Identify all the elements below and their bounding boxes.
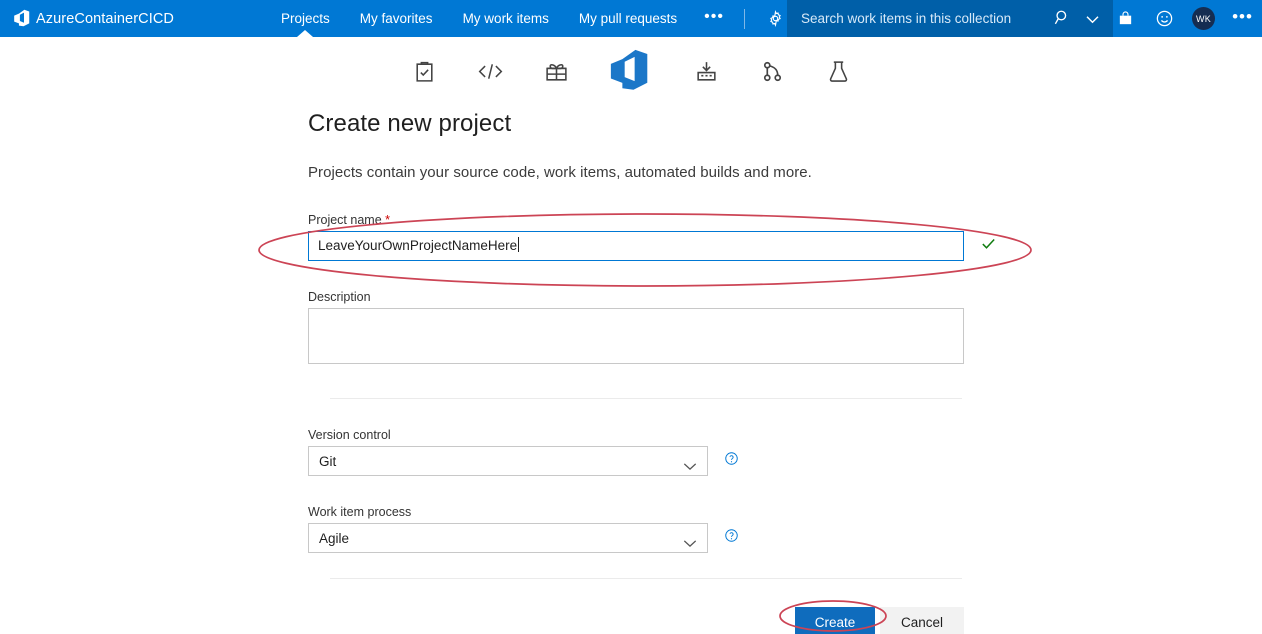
work-item-process-dropdown[interactable]: Agile bbox=[308, 523, 708, 553]
form-divider-bottom bbox=[330, 578, 962, 579]
smiley-feedback-icon[interactable] bbox=[1145, 0, 1184, 37]
help-circle-icon[interactable] bbox=[724, 528, 739, 548]
form-actions: Create Cancel bbox=[795, 607, 964, 634]
header-right-icons: WK ••• bbox=[1106, 0, 1262, 37]
cancel-button[interactable]: Cancel bbox=[880, 607, 964, 634]
search-region[interactable]: Search work items in this collection bbox=[787, 0, 1113, 37]
chevron-down-icon[interactable] bbox=[1085, 12, 1100, 30]
version-control-row: Version control Git bbox=[308, 428, 739, 476]
collection-name[interactable]: AzureContainerCICD bbox=[36, 11, 174, 27]
work-item-process-value: Agile bbox=[319, 530, 350, 546]
version-control-label: Version control bbox=[308, 428, 391, 442]
header-more-button[interactable]: ••• bbox=[1223, 0, 1262, 37]
page-title: Create new project bbox=[308, 110, 512, 137]
description-textarea[interactable] bbox=[308, 308, 964, 364]
page-subtitle: Projects contain your source code, work … bbox=[308, 164, 812, 181]
project-name-input[interactable]: LeaveYourOwnProjectNameHere bbox=[308, 231, 964, 261]
avatar-initials: WK bbox=[1192, 7, 1215, 30]
build-factory-icon[interactable] bbox=[686, 49, 726, 93]
form-divider-top bbox=[330, 398, 962, 399]
work-item-process-row: Work item process Agile bbox=[308, 505, 739, 553]
help-circle-icon[interactable] bbox=[724, 451, 739, 471]
work-items-icon[interactable] bbox=[404, 49, 444, 93]
version-control-value: Git bbox=[319, 453, 337, 469]
header-nav: Projects My favorites My work items My p… bbox=[266, 0, 793, 37]
top-navigation-bar: AzureContainerCICD Projects My favorites… bbox=[0, 0, 1262, 37]
artifacts-package-icon[interactable] bbox=[536, 49, 576, 93]
code-icon[interactable] bbox=[470, 49, 510, 93]
green-check-icon bbox=[980, 235, 997, 257]
nav-item-projects[interactable]: Projects bbox=[266, 0, 345, 37]
create-project-form: Create new project Projects contain your… bbox=[308, 110, 1028, 634]
hub-icon-strip bbox=[0, 37, 1262, 105]
release-branches-icon[interactable] bbox=[752, 49, 792, 93]
nav-item-my-favorites[interactable]: My favorites bbox=[345, 0, 448, 37]
create-button[interactable]: Create bbox=[795, 607, 875, 634]
nav-item-my-work-items-label: My work items bbox=[462, 11, 549, 26]
search-input[interactable]: Search work items in this collection bbox=[801, 11, 1011, 26]
description-row: Description bbox=[308, 290, 1028, 364]
marketplace-bag-icon[interactable] bbox=[1106, 0, 1145, 37]
nav-overflow-button[interactable]: ••• bbox=[692, 8, 736, 25]
chevron-down-icon bbox=[683, 458, 697, 476]
required-marker: * bbox=[385, 213, 391, 227]
project-name-label-text: Project name bbox=[308, 213, 382, 227]
header-divider bbox=[743, 8, 745, 29]
chevron-down-icon bbox=[683, 535, 697, 553]
work-item-process-label: Work item process bbox=[308, 505, 412, 519]
nav-item-my-favorites-label: My favorites bbox=[359, 11, 433, 26]
nav-item-my-pull-requests[interactable]: My pull requests bbox=[564, 0, 692, 37]
header-more-label: ••• bbox=[1232, 6, 1253, 26]
avatar[interactable]: WK bbox=[1184, 0, 1223, 37]
azure-devops-logo-icon[interactable] bbox=[602, 49, 660, 93]
search-icon[interactable] bbox=[1053, 8, 1072, 32]
project-name-input-value: LeaveYourOwnProjectNameHere bbox=[318, 238, 518, 253]
version-control-dropdown[interactable]: Git bbox=[308, 446, 708, 476]
nav-item-my-pull-requests-label: My pull requests bbox=[578, 11, 678, 26]
selected-tab-caret-icon bbox=[297, 30, 314, 37]
nav-item-my-work-items[interactable]: My work items bbox=[448, 0, 564, 37]
nav-item-projects-label: Projects bbox=[281, 11, 330, 26]
project-name-row: Project name * LeaveYourOwnProjectNameHe… bbox=[308, 213, 1028, 261]
app-root: AzureContainerCICD Projects My favorites… bbox=[0, 0, 1262, 634]
text-cursor bbox=[518, 237, 520, 252]
description-label: Description bbox=[308, 290, 371, 304]
project-name-label: Project name * bbox=[308, 213, 1028, 227]
test-flask-icon[interactable] bbox=[818, 49, 858, 93]
